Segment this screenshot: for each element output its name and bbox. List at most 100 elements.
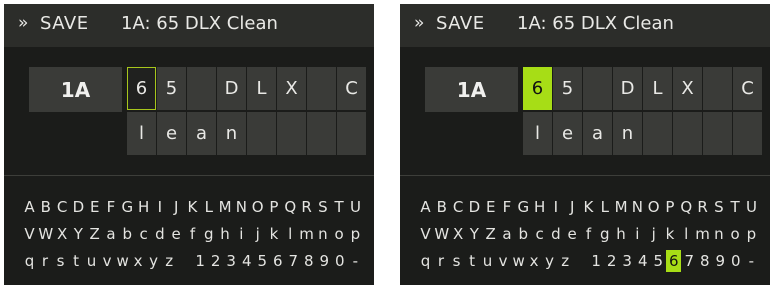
keyboard-key[interactable]: R bbox=[299, 196, 314, 218]
name-cell[interactable]: l bbox=[127, 112, 156, 155]
name-cell-cursor[interactable]: 6 bbox=[127, 67, 156, 110]
name-cell[interactable]: D bbox=[613, 67, 642, 110]
keyboard-key[interactable]: N bbox=[630, 196, 645, 218]
keyboard-key[interactable]: O bbox=[646, 196, 661, 218]
keyboard-key[interactable]: t bbox=[465, 250, 480, 272]
keyboard-key[interactable]: P bbox=[662, 196, 677, 218]
name-cell[interactable]: e bbox=[157, 112, 186, 155]
keyboard-key[interactable]: W bbox=[38, 223, 53, 245]
keyboard-key[interactable]: b bbox=[120, 223, 135, 245]
keyboard-key[interactable]: l bbox=[283, 223, 298, 245]
keyboard-key[interactable]: 2 bbox=[208, 250, 223, 272]
keyboard-key[interactable]: X bbox=[55, 223, 70, 245]
keyboard-key[interactable]: I bbox=[548, 196, 563, 218]
keyboard-key[interactable]: l bbox=[679, 223, 694, 245]
keyboard-key[interactable]: k bbox=[266, 223, 281, 245]
name-cell[interactable]: C bbox=[733, 67, 762, 110]
keyboard-key[interactable]: z bbox=[558, 250, 573, 272]
keyboard-key[interactable]: 9 bbox=[713, 250, 728, 272]
keyboard-key[interactable]: 3 bbox=[620, 250, 635, 272]
keyboard-key[interactable]: Q bbox=[679, 196, 694, 218]
name-cell[interactable] bbox=[733, 112, 762, 155]
keyboard-key[interactable]: W bbox=[434, 223, 449, 245]
keyboard-key[interactable]: J bbox=[169, 196, 184, 218]
keyboard-key[interactable]: s bbox=[53, 250, 68, 272]
name-cell[interactable]: 5 bbox=[157, 67, 186, 110]
keyboard-key[interactable]: w bbox=[511, 250, 526, 272]
keyboard-key[interactable]: c bbox=[136, 223, 151, 245]
keyboard-key[interactable]: n bbox=[711, 223, 726, 245]
keyboard-key[interactable]: 3 bbox=[224, 250, 239, 272]
keyboard-key[interactable]: L bbox=[597, 196, 612, 218]
name-cell[interactable] bbox=[703, 67, 732, 110]
name-cell[interactable] bbox=[673, 112, 702, 155]
name-cell[interactable] bbox=[277, 112, 306, 155]
keyboard-key[interactable]: i bbox=[234, 223, 249, 245]
keyboard-key[interactable]: 5 bbox=[651, 250, 666, 272]
keyboard-key[interactable]: 8 bbox=[301, 250, 316, 272]
keyboard-key[interactable]: s bbox=[449, 250, 464, 272]
keyboard-key[interactable]: I bbox=[152, 196, 167, 218]
name-cell-cursor[interactable]: 6 bbox=[523, 67, 552, 110]
keyboard-key[interactable]: 7 bbox=[682, 250, 697, 272]
keyboard-key[interactable]: e bbox=[565, 223, 580, 245]
keyboard-key[interactable]: c bbox=[532, 223, 547, 245]
keyboard-key[interactable]: T bbox=[728, 196, 743, 218]
keyboard-key[interactable]: x bbox=[131, 250, 146, 272]
keyboard-key[interactable]: C bbox=[55, 196, 70, 218]
keyboard-key[interactable]: H bbox=[136, 196, 151, 218]
name-cell[interactable] bbox=[583, 67, 612, 110]
keyboard-key[interactable]: M bbox=[614, 196, 629, 218]
keyboard-key[interactable]: v bbox=[100, 250, 115, 272]
keyboard-key[interactable]: H bbox=[532, 196, 547, 218]
keyboard-key[interactable]: w bbox=[115, 250, 130, 272]
keyboard-key[interactable]: e bbox=[169, 223, 184, 245]
keyboard-key[interactable]: V bbox=[22, 223, 37, 245]
name-cell[interactable]: n bbox=[217, 112, 246, 155]
keyboard-key[interactable]: u bbox=[480, 250, 495, 272]
keyboard-key[interactable]: A bbox=[418, 196, 433, 218]
name-cell[interactable] bbox=[307, 112, 336, 155]
keyboard-key[interactable]: 4 bbox=[239, 250, 254, 272]
keyboard-key[interactable]: z bbox=[162, 250, 177, 272]
keyboard-key[interactable]: - bbox=[744, 250, 759, 272]
keyboard-key[interactable]: 9 bbox=[317, 250, 332, 272]
keyboard-key[interactable]: T bbox=[332, 196, 347, 218]
keyboard-key[interactable]: J bbox=[565, 196, 580, 218]
keyboard-key[interactable]: d bbox=[152, 223, 167, 245]
keyboard-key[interactable]: o bbox=[728, 223, 743, 245]
name-cell[interactable]: L bbox=[643, 67, 672, 110]
keyboard-key[interactable]: b bbox=[516, 223, 531, 245]
keyboard-key[interactable]: X bbox=[451, 223, 466, 245]
keyboard-key[interactable]: U bbox=[744, 196, 759, 218]
keyboard-key[interactable]: G bbox=[516, 196, 531, 218]
keyboard-key[interactable]: y bbox=[542, 250, 557, 272]
name-cell[interactable]: l bbox=[523, 112, 552, 155]
keyboard-key[interactable]: a bbox=[499, 223, 514, 245]
name-cell[interactable] bbox=[247, 112, 276, 155]
keyboard-key[interactable]: E bbox=[483, 196, 498, 218]
keyboard-key[interactable]: F bbox=[103, 196, 118, 218]
name-cell[interactable]: a bbox=[583, 112, 612, 155]
keyboard-key[interactable]: p bbox=[348, 223, 363, 245]
keyboard-key[interactable]: g bbox=[597, 223, 612, 245]
name-cell[interactable]: X bbox=[277, 67, 306, 110]
keyboard-key[interactable]: r bbox=[38, 250, 53, 272]
keyboard-key[interactable]: a bbox=[103, 223, 118, 245]
keyboard-key[interactable]: f bbox=[581, 223, 596, 245]
keyboard-key[interactable]: v bbox=[496, 250, 511, 272]
name-cell[interactable] bbox=[307, 67, 336, 110]
keyboard-key[interactable]: q bbox=[418, 250, 433, 272]
keyboard-key[interactable]: y bbox=[146, 250, 161, 272]
keyboard-key[interactable]: D bbox=[467, 196, 482, 218]
keyboard-key[interactable]: B bbox=[38, 196, 53, 218]
keyboard-key[interactable]: E bbox=[87, 196, 102, 218]
name-cell[interactable]: e bbox=[553, 112, 582, 155]
keyboard-key[interactable]: o bbox=[332, 223, 347, 245]
keyboard-key[interactable]: Q bbox=[283, 196, 298, 218]
keyboard-key[interactable]: n bbox=[315, 223, 330, 245]
keyboard-key[interactable]: f bbox=[185, 223, 200, 245]
keyboard-key[interactable]: P bbox=[266, 196, 281, 218]
keyboard-key[interactable]: m bbox=[695, 223, 710, 245]
keyboard-key[interactable]: 7 bbox=[286, 250, 301, 272]
